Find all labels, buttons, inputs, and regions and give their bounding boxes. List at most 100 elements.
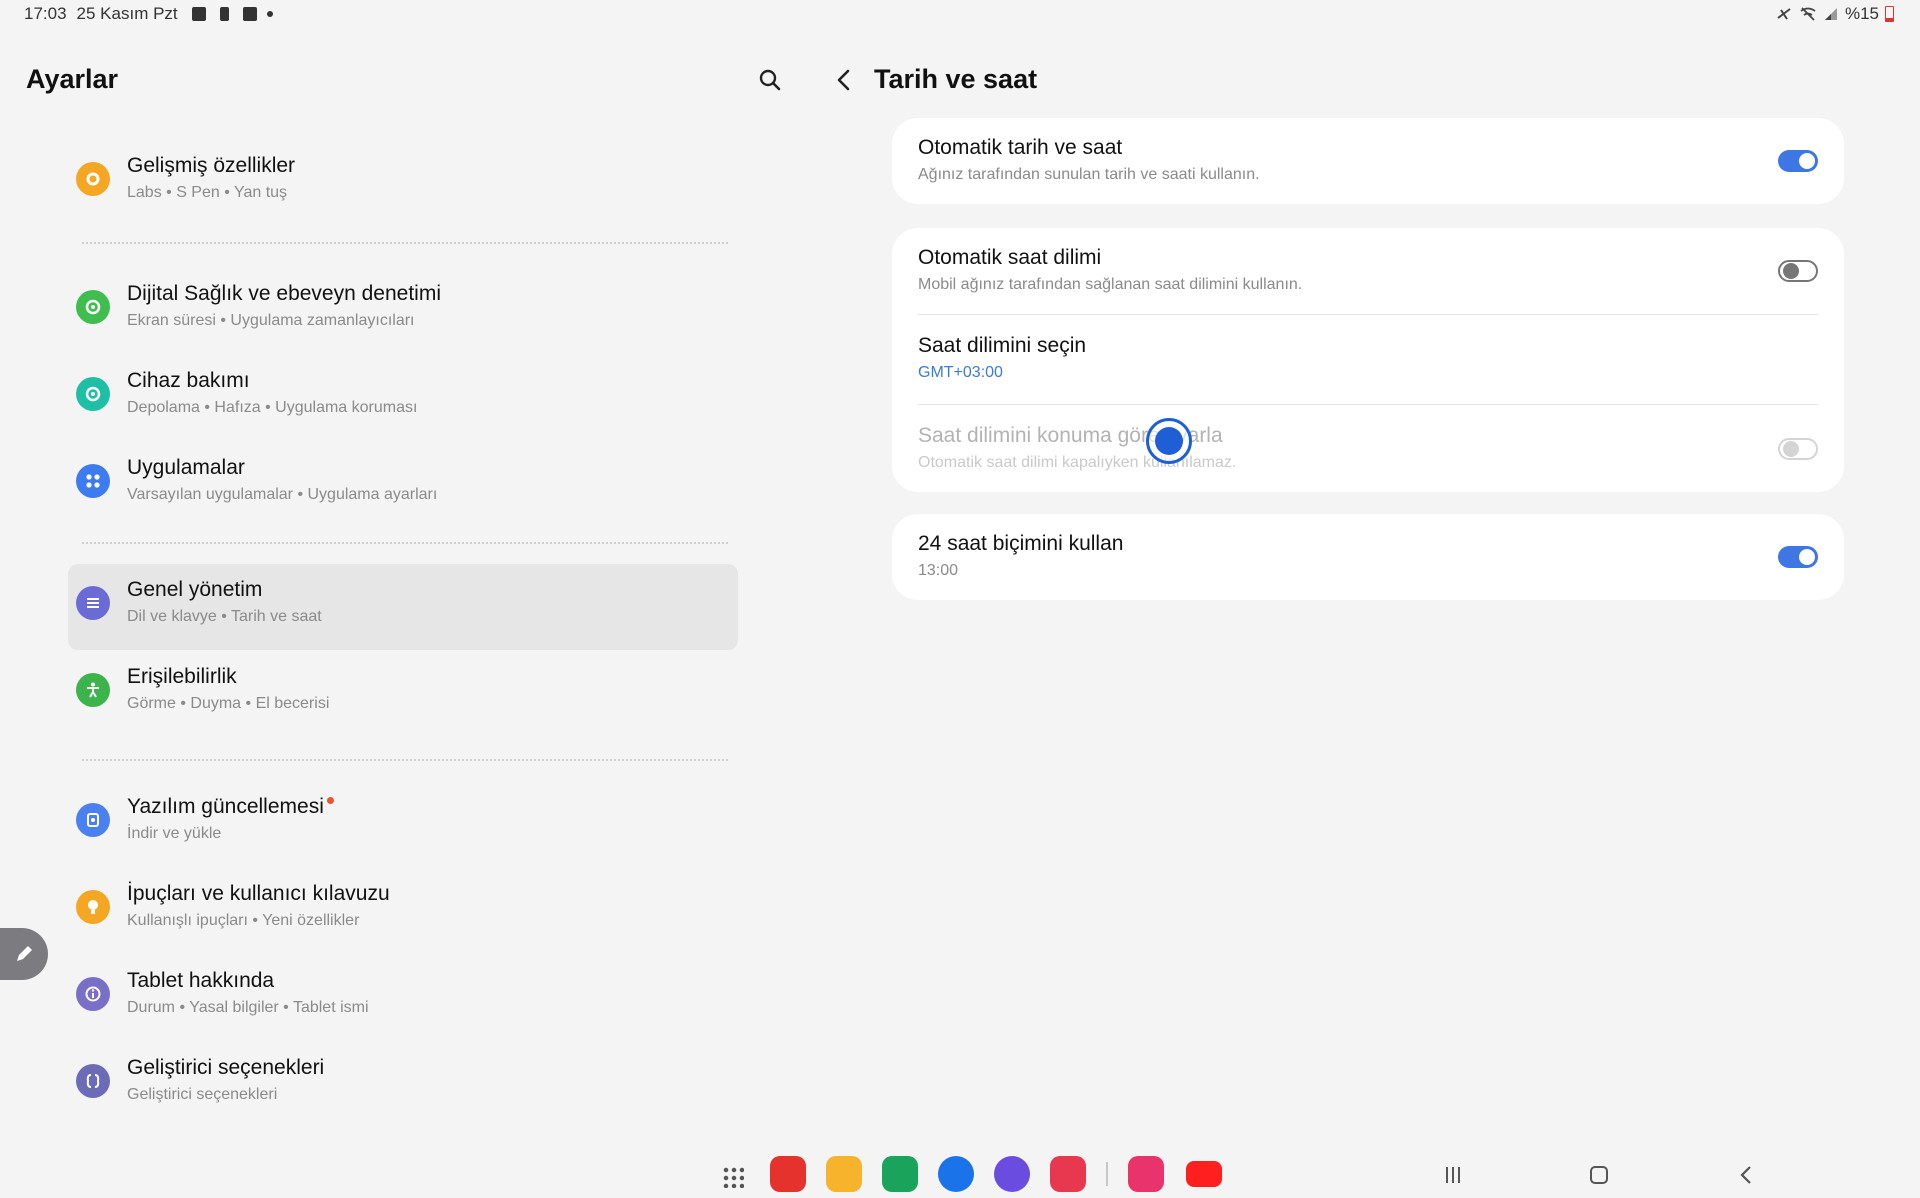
general-management-icon xyxy=(76,586,110,620)
page-title: Tarih ve saat xyxy=(874,64,1038,94)
more-notifications-icon xyxy=(266,11,273,17)
search-icon[interactable] xyxy=(756,66,784,94)
row-select-timezone[interactable]: Saat dilimini seçin GMT+03:00 xyxy=(892,316,1844,404)
status-bar: 17:03 25 Kasım Pzt %15 xyxy=(0,0,1920,28)
developer-options-icon xyxy=(76,1064,110,1098)
menu-divider xyxy=(82,242,728,244)
menu-item-subtitle: Labs • S Pen • Yan tuş xyxy=(127,184,288,201)
menu-item-developer-options[interactable]: Geliştirici seçenekleri Geliştirici seçe… xyxy=(68,1042,738,1128)
phone-app-icon[interactable] xyxy=(882,1156,918,1192)
menu-item-general-management[interactable]: Genel yönetim Dil ve klavye • Tarih ve s… xyxy=(68,564,738,650)
menu-item-subtitle: Ekran süresi • Uygulama zamanlayıcıları xyxy=(127,312,415,329)
my-files-app-icon[interactable] xyxy=(826,1156,862,1192)
row-divider xyxy=(918,404,1818,405)
menu-item-title: Uygulamalar xyxy=(127,456,245,479)
menu-item-subtitle: Varsayılan uygulamalar • Uygulama ayarla… xyxy=(127,486,438,503)
card-24h-format: 24 saat biçimini kullan 13:00 xyxy=(892,514,1844,600)
row-divider xyxy=(918,314,1818,315)
auto-datetime-toggle[interactable] xyxy=(1778,150,1818,172)
battery-icon xyxy=(1885,6,1894,22)
row-timezone-by-location: Saat dilimini konuma göre ayarla Otomati… xyxy=(892,406,1844,492)
menu-item-advanced-features[interactable]: Gelişmiş özellikler Labs • S Pen • Yan t… xyxy=(68,140,738,226)
advanced-features-icon xyxy=(76,162,110,196)
taskbar xyxy=(0,1140,1920,1198)
auto-timezone-toggle[interactable] xyxy=(1778,260,1818,282)
row-title: Otomatik tarih ve saat xyxy=(918,136,1123,159)
status-right: %15 xyxy=(1775,4,1894,24)
row-auto-timezone[interactable]: Otomatik saat dilimi Mobil ağınız tarafı… xyxy=(892,228,1844,314)
menu-item-accessibility[interactable]: Erişilebilirlik Görme • Duyma • El becer… xyxy=(68,651,738,737)
toggle-knob xyxy=(1799,549,1815,565)
settings-title: Ayarlar xyxy=(26,64,119,94)
menu-item-tips[interactable]: İpuçları ve kullanıcı kılavuzu Kullanışl… xyxy=(68,868,738,954)
menu-item-title-text: Yazılım güncellemesi xyxy=(127,795,324,818)
menu-item-apps[interactable]: Uygulamalar Varsayılan uygulamalar • Uyg… xyxy=(68,442,738,528)
apps-icon xyxy=(76,464,110,498)
row-auto-datetime[interactable]: Otomatik tarih ve saat Ağınız tarafından… xyxy=(892,118,1844,204)
device-care-icon xyxy=(76,377,110,411)
home-icon[interactable] xyxy=(1584,1162,1614,1188)
youtube-app-icon[interactable] xyxy=(1186,1161,1222,1187)
menu-item-title: Cihaz bakımı xyxy=(127,369,250,392)
about-tablet-icon xyxy=(76,977,110,1011)
camera-app-icon[interactable] xyxy=(1050,1156,1086,1192)
row-subtitle: Mobil ağınız tarafından sağlanan saat di… xyxy=(918,276,1303,293)
menu-item-subtitle: Dil ve klavye • Tarih ve saat xyxy=(127,608,322,625)
back-arrow-icon[interactable] xyxy=(830,66,858,94)
menu-item-title: Tablet hakkında xyxy=(127,969,275,992)
row-title: Saat dilimini seçin xyxy=(918,334,1087,357)
mute-icon xyxy=(1777,8,1791,20)
messages-app-icon[interactable] xyxy=(938,1156,974,1192)
accessibility-icon xyxy=(76,673,110,707)
timezone-by-location-toggle xyxy=(1778,438,1818,460)
menu-item-digital-wellbeing[interactable]: Dijital Sağlık ve ebeveyn denetimi Ekran… xyxy=(68,268,738,354)
menu-item-title: Yazılım güncellemesi xyxy=(127,795,334,819)
signal-icon xyxy=(1824,8,1837,20)
menu-item-title: Gelişmiş özellikler xyxy=(127,154,296,177)
menu-item-subtitle: Kullanışlı ipuçları • Yeni özellikler xyxy=(127,912,360,929)
menu-item-title: İpuçları ve kullanıcı kılavuzu xyxy=(127,882,390,905)
flipboard-app-icon[interactable] xyxy=(770,1156,806,1192)
menu-divider xyxy=(82,759,728,761)
card-auto-datetime: Otomatik tarih ve saat Ağınız tarafından… xyxy=(892,118,1844,204)
row-subtitle: Otomatik saat dilimi kapalıyken kullanıl… xyxy=(918,454,1237,471)
menu-item-subtitle: Geliştirici seçenekleri xyxy=(127,1086,278,1103)
toggle-knob xyxy=(1783,263,1799,279)
status-date: 25 Kasım Pzt xyxy=(76,4,178,23)
24h-format-toggle[interactable] xyxy=(1778,546,1818,568)
wifi-off-icon xyxy=(1800,7,1816,21)
pen-icon xyxy=(17,946,32,961)
menu-divider xyxy=(82,542,728,544)
toggle-knob xyxy=(1799,153,1815,169)
menu-item-title: Genel yönetim xyxy=(127,578,263,601)
taskbar-divider xyxy=(1106,1162,1108,1186)
nav-back-icon[interactable] xyxy=(1732,1162,1762,1188)
recent-apps-icon[interactable] xyxy=(1438,1162,1468,1188)
update-badge-icon xyxy=(326,797,334,804)
timezone-value: GMT+03:00 xyxy=(918,364,1003,381)
menu-item-subtitle: Durum • Yasal bilgiler • Tablet ismi xyxy=(127,999,369,1016)
status-left: 17:03 25 Kasım Pzt xyxy=(24,4,273,24)
menu-item-title: Geliştirici seçenekleri xyxy=(127,1056,325,1079)
s-pen-air-command-button[interactable] xyxy=(0,928,48,980)
app-drawer-icon[interactable] xyxy=(722,1166,744,1188)
menu-item-subtitle: Görme • Duyma • El becerisi xyxy=(127,695,330,712)
menu-item-subtitle: İndir ve yükle xyxy=(127,825,222,842)
checkbox-notification-icon xyxy=(242,7,257,21)
battery-percent: %15 xyxy=(1844,4,1879,23)
menu-item-title: Erişilebilirlik xyxy=(127,665,237,688)
sim-notification-icon xyxy=(219,7,229,21)
menu-item-software-update[interactable]: Yazılım güncellemesi İndir ve yükle xyxy=(68,781,738,867)
row-title: Otomatik saat dilimi xyxy=(918,246,1102,269)
menu-item-device-care[interactable]: Cihaz bakımı Depolama • Hafıza • Uygulam… xyxy=(68,355,738,441)
gallery-app-icon[interactable] xyxy=(1128,1156,1164,1192)
software-update-icon xyxy=(76,803,110,837)
row-title: 24 saat biçimini kullan xyxy=(918,532,1124,555)
row-24h-format[interactable]: 24 saat biçimini kullan 13:00 xyxy=(892,514,1844,600)
samsung-internet-app-icon[interactable] xyxy=(994,1156,1030,1192)
gallery-notification-icon xyxy=(191,7,206,21)
touch-indicator xyxy=(1146,418,1192,464)
row-subtitle: 13:00 xyxy=(918,562,959,579)
row-subtitle: Ağınız tarafından sunulan tarih ve saati… xyxy=(918,166,1260,183)
menu-item-about-tablet[interactable]: Tablet hakkında Durum • Yasal bilgiler •… xyxy=(68,955,738,1041)
